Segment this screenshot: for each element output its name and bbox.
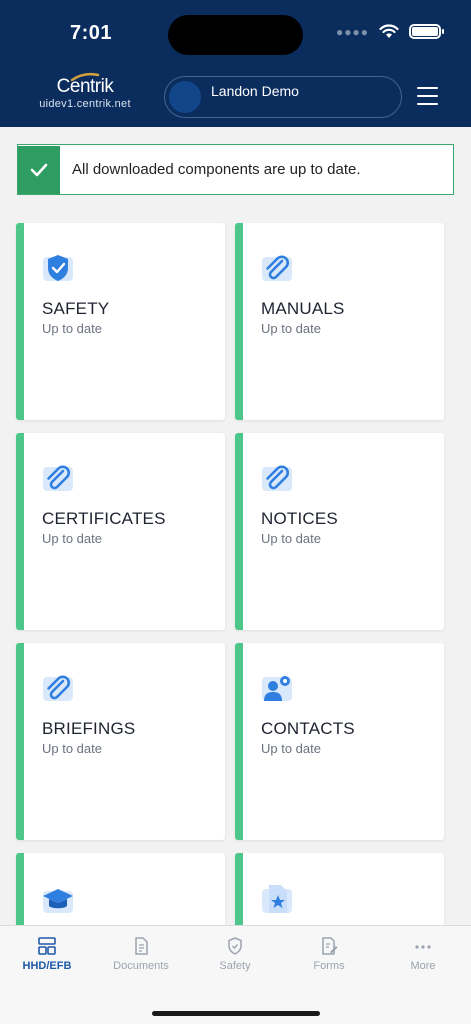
paperclip-icon	[43, 465, 73, 491]
bottom-tab-bar: HHD/EFB Documents Safety Forms More	[0, 925, 471, 1024]
home-indicator[interactable]	[152, 1011, 320, 1016]
star-document-icon	[262, 885, 292, 913]
status-time: 7:01	[70, 22, 113, 44]
tile-manuals[interactable]: MANUALS Up to date	[235, 223, 444, 420]
tile-title: MANUALS	[261, 299, 345, 318]
user-name: Landon Demo	[211, 83, 299, 99]
tab-more[interactable]: More	[376, 936, 470, 972]
tile-title: CERTIFICATES	[42, 509, 166, 528]
form-edit-icon	[322, 937, 338, 955]
tile-contacts[interactable]: CONTACTS Up to date	[235, 643, 444, 840]
paperclip-icon	[262, 255, 292, 281]
wifi-icon	[379, 24, 399, 38]
hamburger-menu-icon[interactable]	[417, 87, 438, 105]
battery-icon	[409, 24, 444, 39]
banner-message: All downloaded components are up to date…	[72, 161, 361, 178]
tile-certificates[interactable]: CERTIFICATES Up to date	[16, 433, 225, 630]
tile-title: SAFETY	[42, 299, 110, 318]
tile-status: Up to date	[42, 531, 102, 546]
shield-icon	[43, 255, 73, 281]
tile-status: Up to date	[261, 531, 321, 546]
tile-status: Up to date	[261, 321, 321, 336]
shield-outline-icon	[228, 937, 242, 955]
tile-title: CONTACTS	[261, 719, 355, 738]
contact-settings-icon	[262, 676, 292, 701]
tile-status: Up to date	[261, 741, 321, 756]
tile-status: Up to date	[42, 321, 102, 336]
checkmark-icon	[18, 145, 60, 194]
tab-label: Safety	[219, 960, 251, 972]
tab-label: More	[410, 960, 436, 972]
tab-forms[interactable]: Forms	[282, 936, 376, 972]
user-selector[interactable]: Landon Demo	[164, 76, 402, 118]
tile-safety[interactable]: SAFETY Up to date	[16, 223, 225, 420]
dynamic-island	[168, 15, 303, 55]
document-icon	[135, 937, 148, 955]
tab-safety[interactable]: Safety	[188, 936, 282, 972]
app-header: 7:01 ●●●● Centrik uidev1.centrik.net Lan…	[0, 0, 471, 127]
status-icons: ●●●●	[336, 24, 444, 39]
update-status-banner: All downloaded components are up to date…	[17, 144, 454, 195]
paperclip-icon	[262, 465, 292, 491]
tile-title: NOTICES	[261, 509, 338, 528]
dashboard-icon	[38, 937, 56, 955]
tab-hhd-efb[interactable]: HHD/EFB	[0, 936, 94, 972]
logo-swoosh-icon	[70, 72, 100, 82]
tile-briefings[interactable]: BRIEFINGS Up to date	[16, 643, 225, 840]
tab-label: Forms	[313, 960, 345, 972]
paperclip-icon	[43, 675, 73, 701]
more-dots-icon	[415, 945, 431, 949]
tile-notices[interactable]: NOTICES Up to date	[235, 433, 444, 630]
centrik-logo: Centrik uidev1.centrik.net	[30, 72, 140, 110]
tile-title: BRIEFINGS	[42, 719, 136, 738]
server-url: uidev1.centrik.net	[39, 98, 131, 110]
avatar	[169, 81, 201, 113]
tile-status: Up to date	[42, 741, 102, 756]
tab-label: Documents	[113, 960, 169, 972]
tab-label: HHD/EFB	[22, 960, 72, 972]
graduation-cap-icon	[43, 889, 73, 913]
tab-documents[interactable]: Documents	[94, 936, 188, 972]
signal-icon: ●●●●	[336, 24, 369, 39]
